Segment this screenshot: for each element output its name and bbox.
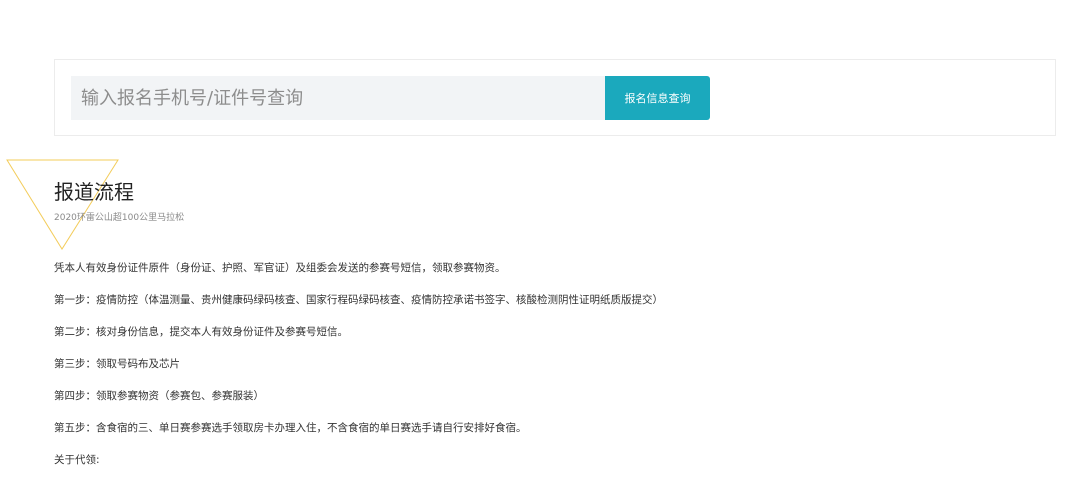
decorative-triangle-icon (6, 159, 119, 250)
search-button[interactable]: 报名信息查询 (605, 76, 710, 120)
procedure-step-1: 第一步：疫情防控（体温测量、贵州健康码绿码核查、国家行程码绿码核查、疫情防控承诺… (54, 294, 663, 306)
procedure-step-5: 第五步：含食宿的三、单日赛参赛选手领取房卡办理入住，不含食宿的单日赛选手请自行安… (54, 422, 527, 434)
search-input[interactable] (71, 76, 605, 120)
section-subtitle: 2020环雷公山超100公里马拉松 (54, 213, 185, 223)
search-panel: 报名信息查询 (54, 59, 1056, 136)
procedure-step-3: 第三步：领取号码布及芯片 (54, 358, 180, 370)
procedure-list: 凭本人有效身份证件原件（身份证、护照、军官证）及组委会发送的参赛号短信，领取参赛… (54, 259, 663, 483)
procedure-intro: 凭本人有效身份证件原件（身份证、护照、军官证）及组委会发送的参赛号短信，领取参赛… (54, 262, 506, 274)
proxy-pickup-heading: 关于代领: (54, 454, 100, 466)
procedure-step-2: 第二步：核对身份信息，提交本人有效身份证件及参赛号短信。 (54, 326, 348, 338)
section-title: 报道流程 (54, 180, 134, 204)
procedure-step-4: 第四步：领取参赛物资（参赛包、参赛服装） (54, 390, 264, 402)
